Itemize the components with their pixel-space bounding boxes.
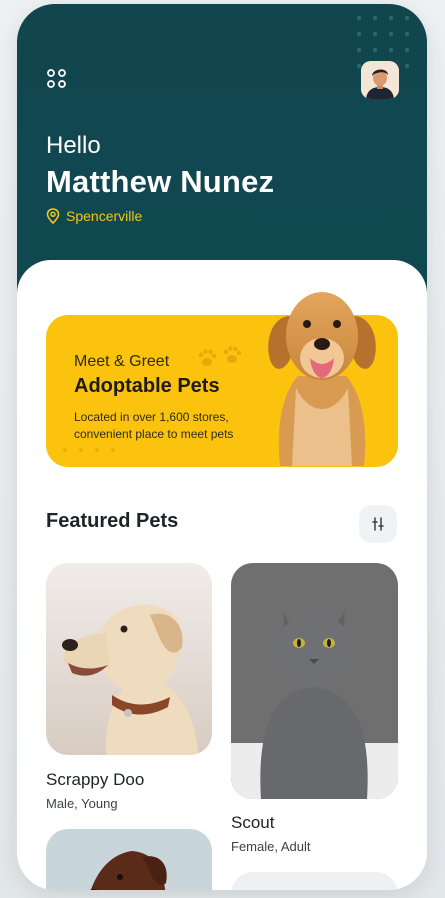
labrador-image [46,563,212,755]
avatar[interactable] [361,61,399,99]
decorative-dots [63,448,115,452]
pet-name: Scout [231,813,275,832]
banner-subtitle: Meet & Greet [74,353,170,370]
chocolate-lab-image [46,829,212,890]
main-content: Meet & Greet Adoptable Pets Located in o… [17,260,427,890]
location-label: Spencerville [66,208,143,224]
pet-card-image[interactable] [231,872,398,890]
pet-card-image[interactable] [46,563,212,755]
pet-name: Scrappy Doo [46,770,145,789]
filter-button[interactable] [359,505,397,543]
section-title: Featured Pets [46,510,179,532]
paw-icon [198,346,242,366]
pet-card-image[interactable] [231,563,398,799]
menu-icon[interactable] [46,68,68,90]
pet-info: Female, Adult [231,839,311,854]
golden-retriever-image [268,292,376,466]
pet-info: Male, Young [46,796,118,811]
avatar-image [361,61,399,99]
header: Hello Matthew Nunez Spencerville [17,4,427,304]
location-pin-icon [46,208,60,224]
user-name: Matthew Nunez [46,164,275,199]
cat-image [231,563,398,799]
pet-card-image[interactable] [46,829,212,890]
phone-screen: Hello Matthew Nunez Spencerville Meet & … [17,4,427,890]
banner-title: Adoptable Pets [74,375,220,397]
location[interactable]: Spencerville [46,208,142,224]
filter-icon [372,517,384,531]
banner-description: Located in over 1,600 stores, convenient… [74,410,234,441]
greeting-text: Hello [46,132,101,159]
